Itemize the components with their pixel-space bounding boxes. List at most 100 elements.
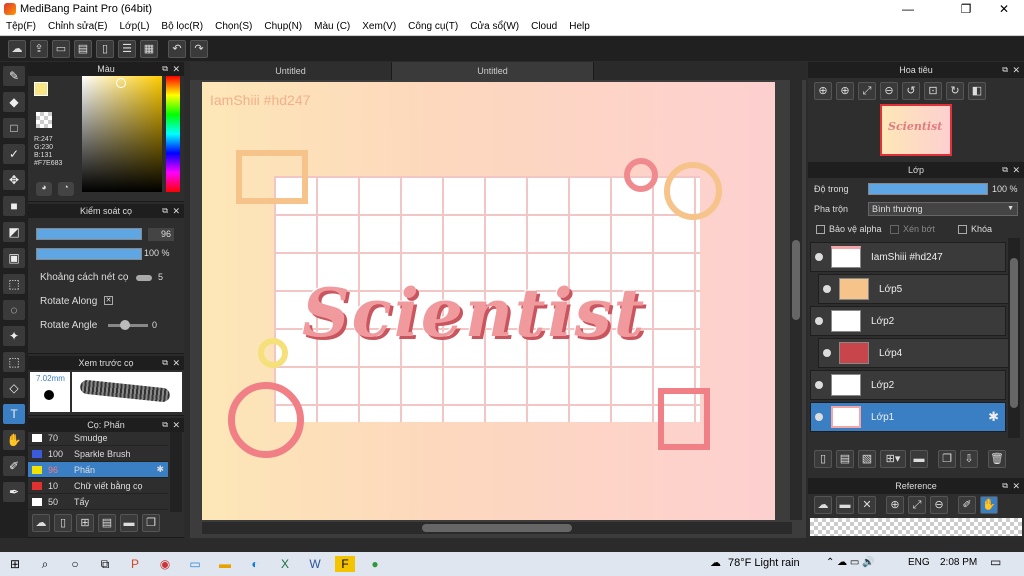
- cloud-icon[interactable]: ☁: [8, 40, 26, 58]
- brush-settings-icon[interactable]: ▤: [98, 514, 116, 532]
- monitor-icon[interactable]: ▭: [185, 556, 205, 572]
- zoom-fit-icon[interactable]: ⊕: [814, 82, 832, 100]
- search-icon[interactable]: ⌕: [35, 556, 55, 572]
- duplicate-layer-icon[interactable]: ❐: [938, 450, 956, 468]
- hand-icon[interactable]: ✋: [980, 496, 998, 514]
- canvas-horizontal-scrollbar[interactable]: [202, 522, 792, 534]
- undo-icon[interactable]: ↶: [168, 40, 186, 58]
- lock-option[interactable]: Khóa: [958, 224, 992, 234]
- notification-icon[interactable]: ▭: [990, 555, 1001, 569]
- saturation-value-picker[interactable]: [82, 76, 162, 192]
- flip-icon[interactable]: ◧: [968, 82, 986, 100]
- panel-close-icon[interactable]: ✕: [1012, 162, 1020, 178]
- brush-item[interactable]: 50 Tẩy: [28, 494, 168, 510]
- panel-maximize-icon[interactable]: ⧉: [162, 62, 168, 76]
- eraser-tool-icon[interactable]: ◆: [3, 92, 25, 112]
- fit-window-icon[interactable]: ⤢: [908, 496, 926, 514]
- rotate-along-checkbox[interactable]: ✕: [104, 296, 113, 305]
- panel-close-icon[interactable]: ✕: [172, 418, 180, 432]
- navigator-thumbnail[interactable]: Scientist: [880, 104, 952, 156]
- chrome-like-icon[interactable]: ◉: [155, 556, 175, 572]
- layer-opacity-slider[interactable]: [868, 183, 988, 195]
- new-layer-8bit-icon[interactable]: ▤: [836, 450, 854, 468]
- add-brush-icon[interactable]: ⊞: [76, 514, 94, 532]
- share-icon[interactable]: ⇪: [30, 40, 48, 58]
- fill-rect-tool-icon[interactable]: ■: [3, 196, 25, 216]
- cloud-brush-icon[interactable]: ☁: [32, 514, 50, 532]
- brush-opacity-slider[interactable]: [36, 248, 142, 260]
- protect-alpha-option[interactable]: Bảo vệ alpha: [816, 224, 882, 234]
- canvas-vertical-scrollbar[interactable]: [790, 80, 802, 520]
- tray-icons[interactable]: ⌃ ☁ ▭ 🔊: [826, 557, 875, 568]
- brush-item[interactable]: 100 Sparkle Brush: [28, 446, 168, 462]
- palette-icon[interactable]: ◕: [36, 182, 52, 196]
- reset-view-icon[interactable]: ⊡: [924, 82, 942, 100]
- gradient-tool-icon[interactable]: ▣: [3, 248, 25, 268]
- zoom-out-icon[interactable]: ⊖: [880, 82, 898, 100]
- close-button[interactable]: ✕: [986, 0, 1022, 18]
- rotate-right-icon[interactable]: ↻: [946, 82, 964, 100]
- foreground-color-swatch[interactable]: [34, 82, 48, 96]
- vertical-scroll-thumb[interactable]: [792, 240, 800, 320]
- brush-item[interactable]: 70 Smudge: [28, 430, 168, 446]
- gear-icon[interactable]: ✱: [156, 464, 164, 475]
- edge-icon[interactable]: ◐: [245, 556, 265, 572]
- hue-slider[interactable]: [166, 76, 180, 192]
- open-folder-icon[interactable]: ▬: [836, 496, 854, 514]
- task-view-icon[interactable]: ⧉: [95, 556, 115, 572]
- folder-icon[interactable]: ▬: [120, 514, 138, 532]
- tab-untitled-1[interactable]: Untitled: [190, 62, 392, 80]
- clip-option[interactable]: Xén bớt: [890, 224, 935, 234]
- panel-maximize-icon[interactable]: ⧉: [1002, 478, 1008, 494]
- menu-edit[interactable]: Chỉnh sửa(E): [42, 21, 114, 32]
- select-tool-icon[interactable]: ⬚: [3, 274, 25, 294]
- layer-row[interactable]: IamShiii #hd247: [810, 242, 1006, 272]
- panel-close-icon[interactable]: ✕: [1012, 478, 1020, 494]
- dot-tool-icon[interactable]: ✓: [3, 144, 25, 164]
- lock-checkbox[interactable]: [958, 224, 967, 234]
- blend-mode-select[interactable]: Bình thường ▼: [868, 202, 1018, 216]
- menu-tools[interactable]: Công cụ(T): [402, 21, 464, 32]
- layer-row[interactable]: Lớp5: [818, 274, 1014, 304]
- merge-layer-icon[interactable]: ⇩: [960, 450, 978, 468]
- text-tool-icon[interactable]: T: [3, 404, 25, 424]
- rotate-left-icon[interactable]: ↺: [902, 82, 920, 100]
- transparent-swatch[interactable]: [36, 112, 52, 128]
- zoom-in-icon[interactable]: ⊕: [836, 82, 854, 100]
- layer-list-scrollbar[interactable]: [1008, 238, 1020, 438]
- delete-layer-icon[interactable]: 🗑: [988, 450, 1006, 468]
- layer-scroll-thumb[interactable]: [1010, 258, 1018, 408]
- eye-icon[interactable]: [815, 381, 823, 389]
- tab-untitled-2[interactable]: Untitled: [392, 62, 594, 80]
- menu-cloud[interactable]: Cloud: [525, 21, 563, 32]
- magic-wand-icon[interactable]: ✦: [3, 326, 25, 346]
- panel-close-icon[interactable]: ✕: [172, 62, 180, 76]
- eyedropper-icon[interactable]: ✐: [958, 496, 976, 514]
- brush-tool-icon[interactable]: ✎: [3, 66, 25, 86]
- menu-color[interactable]: Màu (C): [308, 21, 356, 32]
- layer-row[interactable]: Lớp2: [810, 370, 1006, 400]
- protect-alpha-checkbox[interactable]: [816, 224, 825, 234]
- bucket-tool-icon[interactable]: ◩: [3, 222, 25, 242]
- maximize-button[interactable]: ❐: [948, 0, 984, 18]
- hand-tool-icon[interactable]: ✋: [3, 430, 25, 450]
- eye-icon[interactable]: [823, 285, 831, 293]
- brush-item[interactable]: 10 Chữ viết bằng cọ: [28, 478, 168, 494]
- palette-add-icon[interactable]: ◔: [58, 182, 74, 196]
- cortana-icon[interactable]: ○: [65, 556, 85, 572]
- color-picker-handle[interactable]: [116, 78, 126, 88]
- powerpoint-icon[interactable]: P: [125, 556, 145, 572]
- clip-checkbox[interactable]: [890, 224, 899, 234]
- brush-list-scrollbar[interactable]: [170, 432, 182, 512]
- reference-canvas[interactable]: [810, 518, 1022, 536]
- clock[interactable]: 2:08 PM: [940, 557, 977, 568]
- windows-start-icon[interactable]: ⊞: [5, 556, 25, 572]
- panel-maximize-icon[interactable]: ⧉: [1002, 62, 1008, 78]
- panel-close-icon[interactable]: ✕: [172, 204, 180, 218]
- select-pen-icon[interactable]: ⬚: [3, 352, 25, 372]
- brush-size-slider[interactable]: [36, 228, 142, 240]
- chat-icon[interactable]: ▤: [74, 40, 92, 58]
- menu-help[interactable]: Help: [563, 21, 596, 32]
- gear-icon[interactable]: ✱: [988, 409, 999, 425]
- spacing-slider[interactable]: [136, 275, 152, 281]
